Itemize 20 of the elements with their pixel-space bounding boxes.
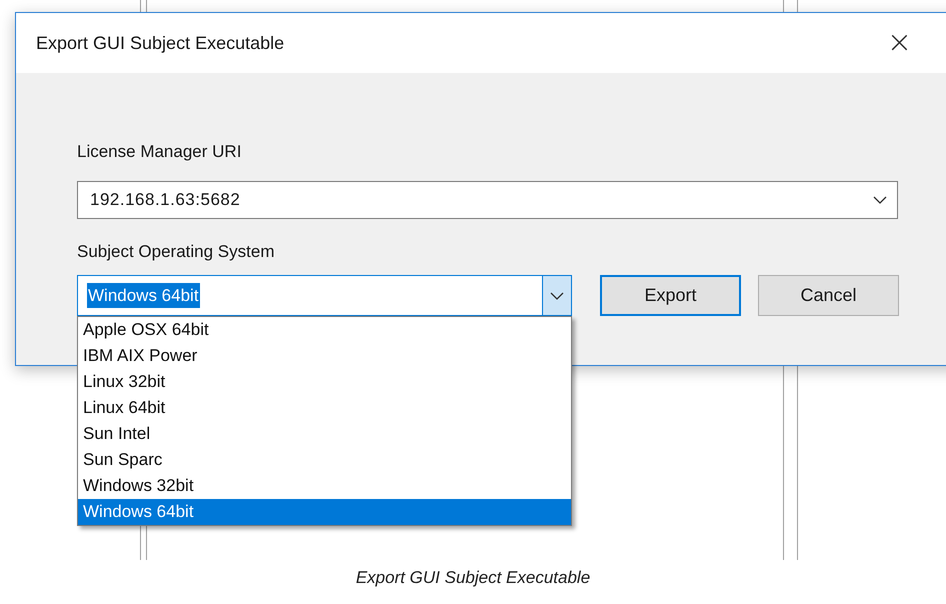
dialog-button[interactable]: Export xyxy=(600,275,742,316)
field-label: Subject Operating System xyxy=(77,241,276,263)
dropdown-option[interactable]: Windows 64bit xyxy=(78,499,571,525)
dialog-button[interactable]: Cancel xyxy=(758,275,899,316)
field-label: License Manager URI xyxy=(77,141,242,163)
dropdown-option[interactable]: Sun Sparc xyxy=(78,447,571,473)
figure-caption: Export GUI Subject Executable xyxy=(356,567,590,589)
close-button[interactable]: × xyxy=(886,28,912,58)
os-combobox[interactable]: Windows 64bit xyxy=(77,275,572,316)
window-title: Export GUI Subject Executable xyxy=(36,32,284,55)
dropdown-toggle[interactable] xyxy=(542,276,571,315)
dropdown-option[interactable]: Windows 32bit xyxy=(78,473,571,499)
chevron-down-icon xyxy=(550,292,564,300)
dropdown-option[interactable]: IBM AIX Power xyxy=(78,343,571,369)
dropdown-option[interactable]: Sun Intel xyxy=(78,421,571,447)
chevron-down-icon xyxy=(873,196,887,204)
dropdown-option[interactable]: Linux 64bit xyxy=(78,395,571,421)
dropdown-option[interactable]: Linux 32bit xyxy=(78,369,571,395)
uri-combobox[interactable]: 192.168.1.63:5682 xyxy=(77,181,898,219)
dropdown-option[interactable]: Apple OSX 64bit xyxy=(78,317,571,343)
